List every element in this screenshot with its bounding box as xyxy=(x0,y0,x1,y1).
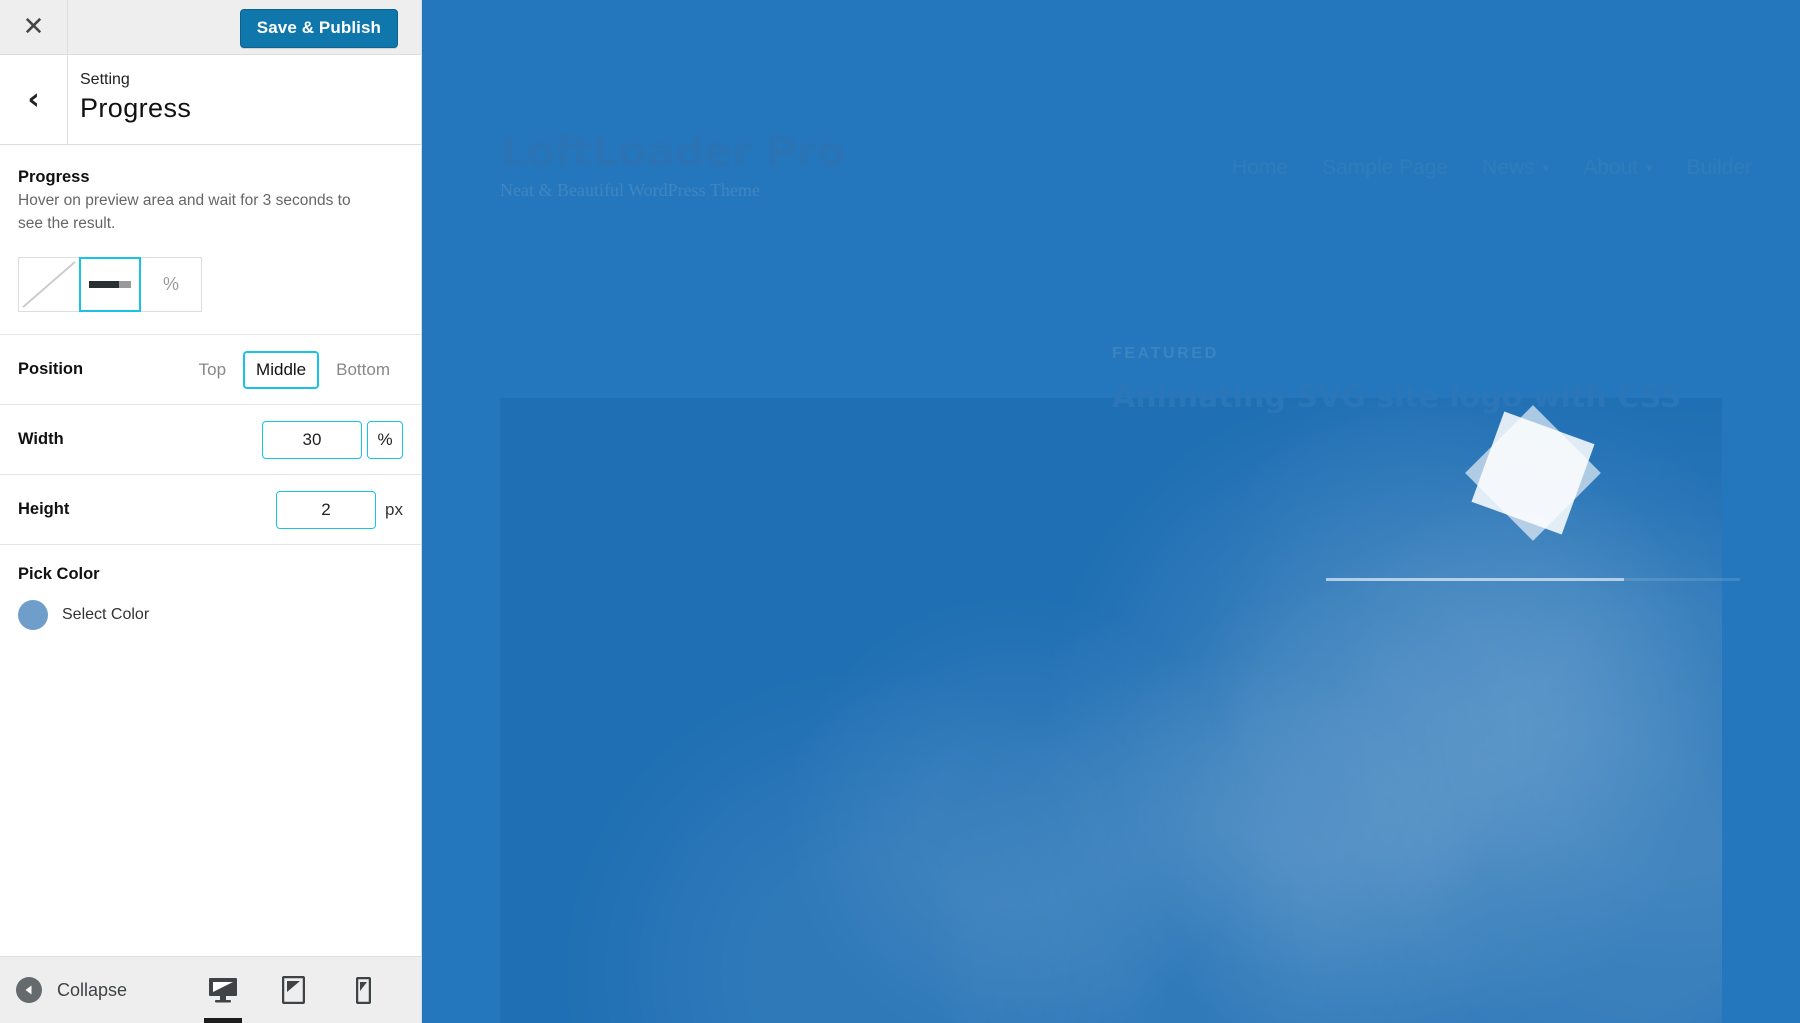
close-customizer-button[interactable]: ✕ xyxy=(0,0,68,54)
position-row: Position Top Middle Bottom xyxy=(0,334,421,404)
progress-section: Progress Hover on preview area and wait … xyxy=(0,146,421,313)
progress-style-bar-option[interactable] xyxy=(79,257,141,313)
panel-header: ‹ Setting Progress xyxy=(0,55,421,145)
height-field-group: px xyxy=(276,490,403,529)
collapse-left-arrow-icon xyxy=(16,977,42,1003)
color-picker-row: Select Color xyxy=(18,600,403,631)
chevron-left-icon: ‹ xyxy=(27,81,40,117)
site-preview[interactable]: LoftLoader Pro Neat & Beautiful WordPres… xyxy=(422,0,1800,1023)
color-swatch[interactable] xyxy=(18,600,48,631)
select-color-button[interactable]: Select Color xyxy=(62,606,149,624)
loader-progress-track xyxy=(1326,578,1740,581)
close-icon: ✕ xyxy=(22,12,45,42)
panel-body: Progress Hover on preview area and wait … xyxy=(0,146,421,956)
progress-style-selector: % xyxy=(18,257,203,313)
sidebar-topbar: ✕ Save & Publish xyxy=(0,0,421,55)
width-input[interactable] xyxy=(262,420,362,459)
back-button[interactable]: ‹ xyxy=(0,55,68,144)
desktop-icon xyxy=(209,978,237,1003)
position-option-middle[interactable]: Middle xyxy=(243,350,320,389)
width-unit-button[interactable]: % xyxy=(367,420,403,459)
previewed-site: LoftLoader Pro Neat & Beautiful WordPres… xyxy=(422,0,1800,1023)
diagonal-slash-icon xyxy=(22,261,76,309)
percent-icon: % xyxy=(162,274,179,295)
width-row: Width % xyxy=(0,404,421,474)
position-label: Position xyxy=(18,360,84,379)
mobile-icon xyxy=(355,976,371,1004)
progress-section-title: Progress xyxy=(18,168,90,186)
device-desktop-button[interactable] xyxy=(201,957,245,1023)
position-option-top[interactable]: Top xyxy=(186,351,239,389)
page-title: Progress xyxy=(80,93,192,124)
collapse-button[interactable]: Collapse xyxy=(16,977,127,1003)
sidebar-footer: Collapse xyxy=(0,956,421,1023)
height-unit-label: px xyxy=(385,499,403,519)
loader-overlay xyxy=(422,0,1800,1023)
collapse-label: Collapse xyxy=(57,979,128,1000)
panel-header-text: Setting Progress xyxy=(68,55,191,144)
device-mobile-button[interactable] xyxy=(341,957,385,1023)
progress-style-percent-option[interactable]: % xyxy=(140,257,202,313)
save-and-publish-button[interactable]: Save & Publish xyxy=(239,9,398,48)
width-label: Width xyxy=(18,430,64,449)
width-field-group: % xyxy=(262,420,403,459)
height-input[interactable] xyxy=(276,490,377,529)
height-row: Height px xyxy=(0,474,421,544)
device-tablet-button[interactable] xyxy=(271,957,315,1023)
position-option-group: Top Middle Bottom xyxy=(186,350,403,389)
breadcrumb: Setting xyxy=(80,71,130,88)
progress-style-none-option[interactable] xyxy=(18,257,80,313)
customizer-sidebar: ✕ Save & Publish ‹ Setting Progress Prog… xyxy=(0,0,422,1023)
customizer-app: ✕ Save & Publish ‹ Setting Progress Prog… xyxy=(0,0,1800,1023)
progress-bar-icon xyxy=(89,281,131,289)
progress-section-description: Hover on preview area and wait for 3 sec… xyxy=(18,192,351,232)
position-option-bottom[interactable]: Bottom xyxy=(323,351,403,389)
star-burst-loader-icon xyxy=(1465,405,1601,541)
tablet-icon xyxy=(281,976,305,1004)
pick-color-section: Pick Color Select Color xyxy=(0,544,421,631)
loader-progress-fill xyxy=(1326,578,1625,581)
pick-color-title: Pick Color xyxy=(18,565,100,584)
device-preview-group xyxy=(201,957,385,1023)
height-label: Height xyxy=(18,500,70,519)
